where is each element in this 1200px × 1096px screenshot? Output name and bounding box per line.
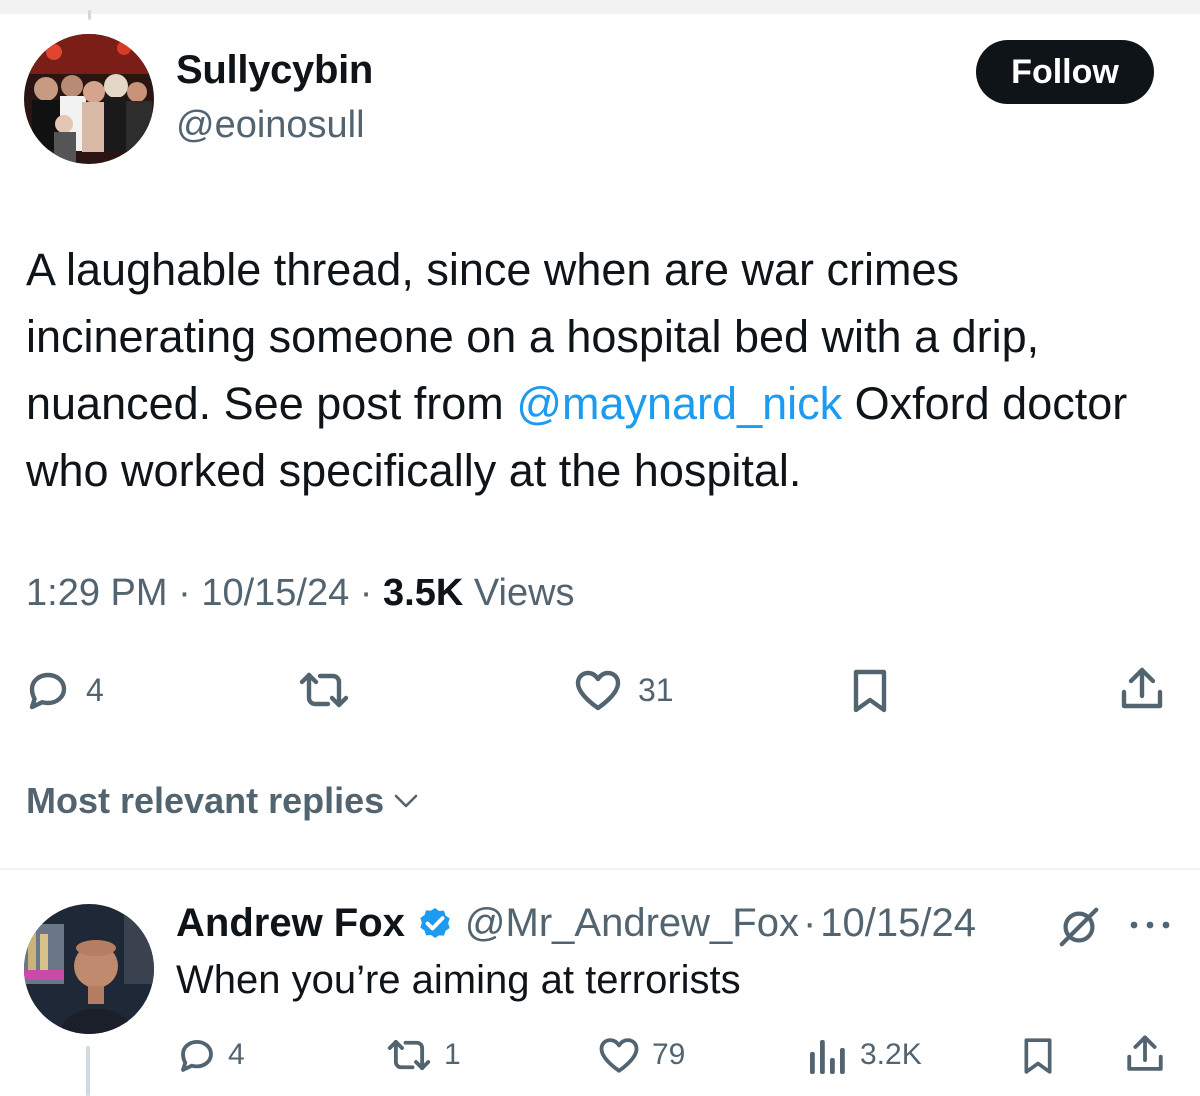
thread-connector-top xyxy=(88,10,91,20)
speech-bubble-icon xyxy=(29,672,67,710)
reply-author-handle[interactable]: @Mr_Andrew_Fox xyxy=(465,901,799,946)
reply-views-action[interactable]: 3.2K xyxy=(806,1034,922,1076)
chevron-down-icon xyxy=(394,794,418,808)
bookmark-action[interactable] xyxy=(846,666,894,716)
retweet-action[interactable] xyxy=(296,666,366,714)
reply-count: 4 xyxy=(86,671,104,708)
more-dots-icon[interactable] xyxy=(1128,918,1172,936)
views-count: 3.5K xyxy=(383,572,464,614)
tweet-time[interactable]: 1:29 PM xyxy=(26,572,168,614)
mention-link[interactable]: @maynard_nick xyxy=(516,378,842,429)
grok-icon[interactable] xyxy=(1056,904,1102,955)
reply-like-action[interactable]: 79 xyxy=(596,1034,685,1076)
reply-share-action[interactable] xyxy=(1124,1032,1166,1076)
reply-views-count: 3.2K xyxy=(860,1038,922,1071)
reply-reply-count: 4 xyxy=(228,1038,245,1071)
reply-date[interactable]: 10/15/24 xyxy=(820,901,976,946)
bookmark-icon xyxy=(853,669,887,713)
heart-icon xyxy=(575,670,621,711)
reply-like-count: 79 xyxy=(652,1038,686,1071)
follow-button[interactable]: Follow xyxy=(976,40,1154,104)
reply-text: When you’re aiming at terrorists xyxy=(176,958,741,1002)
section-divider xyxy=(0,868,1200,870)
meta-separator: · xyxy=(178,572,191,614)
like-count: 31 xyxy=(638,671,674,708)
bookmark-icon xyxy=(1024,1038,1052,1074)
like-action[interactable]: 31 xyxy=(572,666,674,714)
replies-sort-label: Most relevant replies xyxy=(26,780,385,821)
meta-separator: · xyxy=(359,572,373,614)
reply-header: Andrew Fox @Mr_Andrew_Fox · 10/15/24 xyxy=(176,898,976,948)
views-label: Views xyxy=(473,572,575,614)
share-action[interactable] xyxy=(1118,664,1166,714)
reply-action[interactable]: 4 xyxy=(24,666,104,714)
tweet-text: A laughable thread, since when are war c… xyxy=(26,236,1176,504)
reply-retweet-count: 1 xyxy=(444,1038,461,1071)
thread-connector xyxy=(86,1046,90,1096)
top-bar xyxy=(0,0,1200,14)
verified-badge-icon xyxy=(415,903,455,943)
reply-reply-action[interactable]: 4 xyxy=(176,1034,245,1076)
retweet-icon xyxy=(387,1039,431,1071)
reply-bookmark-action[interactable] xyxy=(1018,1034,1058,1078)
replies-sort-dropdown[interactable]: Most relevant replies xyxy=(26,780,420,822)
reply-author-name[interactable]: Andrew Fox xyxy=(176,901,405,946)
author-display-name[interactable]: Sullycybin xyxy=(176,48,373,93)
speech-bubble-icon xyxy=(181,1039,213,1072)
tweet-date[interactable]: 10/15/24 xyxy=(201,572,349,614)
bar-chart-icon xyxy=(810,1040,845,1074)
retweet-icon xyxy=(299,672,349,708)
share-icon xyxy=(1121,667,1163,709)
reply-separator: · xyxy=(802,900,817,945)
share-icon xyxy=(1127,1035,1163,1071)
reply-retweet-action[interactable]: 1 xyxy=(384,1034,461,1076)
author-avatar[interactable] xyxy=(24,34,154,164)
tweet-meta: 1:29 PM · 10/15/24 · 3.5K Views xyxy=(26,572,575,615)
reply-author-avatar[interactable] xyxy=(24,904,154,1034)
author-handle[interactable]: @eoinosull xyxy=(176,104,365,147)
heart-icon xyxy=(599,1038,639,1073)
